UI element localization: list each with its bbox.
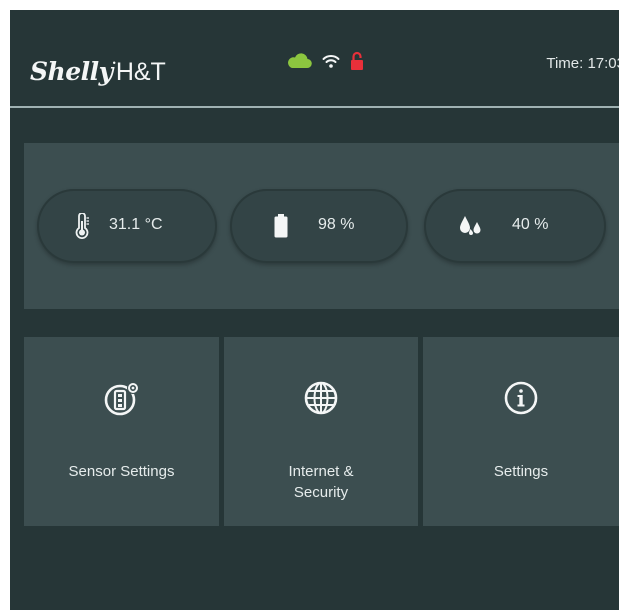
wifi-icon (322, 53, 340, 69)
shelly-logo: Shelly•H&T (30, 57, 166, 86)
settings-tile[interactable]: Settings (423, 337, 619, 526)
info-icon (423, 379, 619, 417)
battery-icon (270, 213, 292, 239)
temperature-value: 31.1 °C (109, 216, 163, 233)
status-panel: 31.1 °C 98 % 40 % (24, 143, 619, 309)
header-divider (10, 106, 619, 108)
battery-value: 98 % (318, 216, 355, 233)
humidity-value: 40 % (512, 216, 549, 233)
humidity-pill: 40 % (424, 189, 606, 263)
time-display: Time: 17:03 (546, 55, 619, 72)
humidity-drops-icon (456, 213, 486, 239)
settings-label: Settings (493, 463, 549, 480)
app-header: Shelly•H&T Time: 17:03 (10, 10, 619, 106)
internet-security-tile[interactable]: Internet & Security (224, 337, 418, 526)
lock-icon (350, 51, 364, 71)
battery-pill: 98 % (230, 189, 408, 263)
cloud-icon (286, 53, 312, 69)
sensor-settings-tile[interactable]: Sensor Settings (24, 337, 219, 526)
thermometer-icon (71, 213, 93, 239)
globe-icon (224, 379, 418, 417)
temperature-pill: 31.1 °C (37, 189, 217, 263)
internet-security-label: Internet & Security (288, 463, 354, 501)
menu-tiles: Sensor Settings Internet & Security Sett… (24, 337, 619, 526)
logo-brand: Shelly (30, 57, 113, 86)
logo-model: H&T (115, 58, 166, 86)
app-screen: Shelly•H&T Time: 17:03 31.1 °C 98 % 40 %… (10, 10, 619, 610)
sensor-settings-icon (24, 379, 219, 419)
sensor-settings-label: Sensor Settings (68, 463, 175, 480)
connection-status (286, 48, 364, 74)
